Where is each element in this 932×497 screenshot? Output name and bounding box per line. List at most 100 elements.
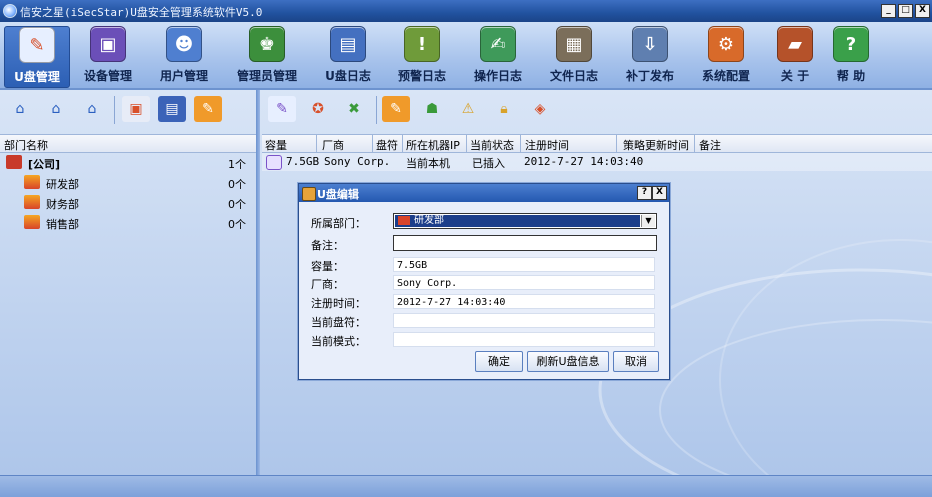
tree-item-sales[interactable]: 销售部 0个 [0,213,256,233]
tab-system-config[interactable]: ⚙ 系统配置 [694,26,758,86]
tree-header: 部门名称 [0,134,256,153]
dialog-help-button[interactable]: ? [637,186,652,200]
tab-label: 用户管理 [159,69,208,83]
dialog-title: U盘编辑 [317,188,359,201]
dept-value: 研发部 [414,215,444,226]
tab-help[interactable]: ? 帮 助 [826,26,876,86]
tab-label: 文件日志 [549,69,598,83]
tab-user-manage[interactable]: ☻ 用户管理 [152,26,216,86]
capacity-field: 7.5GB [393,257,655,272]
tab-usb-log[interactable]: ▤ U盘日志 [318,26,378,86]
usb-register-icon[interactable]: ✪ [304,96,332,122]
tree-item-label: 财务部 [46,198,79,211]
tab-alert-log[interactable]: ! 预警日志 [390,26,454,86]
main-toolbar: ✎ U盘管理 ▣ 设备管理 ☻ 用户管理 ♚ 管理员管理 ▤ U盘日志 ! 预警… [0,22,932,90]
tree-item-label: 销售部 [46,218,79,231]
delete-department-icon[interactable]: ⌂ [78,96,106,122]
tree-item-count: 0个 [228,198,246,211]
tab-label: 操作日志 [473,69,522,83]
usb-log-icon: ▤ [330,26,366,62]
chevron-down-icon[interactable]: ▼ [641,215,655,227]
tree-header-label: 部门名称 [4,139,48,152]
usb-info-icon[interactable]: ◈ [526,96,554,122]
tab-label: 关 于 [780,69,810,83]
tab-patch-publish[interactable]: ⇩ 补丁发布 [618,26,682,86]
tree-item-rnd[interactable]: 研发部 0个 [0,173,256,193]
operation-log-icon: ✍ [480,26,516,62]
tab-label: U盘日志 [325,69,371,83]
tab-device-manage[interactable]: ▣ 设备管理 [76,26,140,86]
tab-label: U盘管理 [14,70,60,84]
delete-usb-icon[interactable]: ✖ [340,96,368,122]
system-config-icon: ⚙ [708,26,744,62]
export-icon[interactable]: ▤ [158,96,186,122]
tab-label: 补丁发布 [625,69,674,83]
tree-item-label: 研发部 [46,178,79,191]
add-department-icon[interactable]: ⌂ [6,96,34,122]
mode-field [393,332,655,347]
drive-field [393,313,655,328]
toolbar-separator [114,96,115,124]
usb-drive-icon [266,155,282,170]
close-button[interactable]: X [915,4,930,18]
cell-vendor: Sony Corp. [324,155,391,168]
admin-manage-icon: ♚ [249,26,285,62]
dept-selected: 研发部 [395,215,640,227]
alert-log-icon: ! [404,26,440,62]
refresh-usb-info-button[interactable]: 刷新U盘信息 [527,351,609,372]
reg-time-label: 注册时间： [311,297,366,310]
warning-icon[interactable]: ⚠ [454,96,482,122]
dialog-usb-icon [302,187,316,201]
department-icon [24,215,40,229]
tab-usb-manage[interactable]: ✎ U盘管理 [4,26,70,88]
help-icon: ? [833,26,869,62]
usb-config-icon[interactable]: ✎ [382,96,410,122]
column-header[interactable]: 厂商 [322,137,344,153]
company-icon [6,155,22,169]
app-window: 信安之星(iSecStar)U盘安全管理系统软件V5.0 _ □ X ✎ U盘管… [0,0,932,497]
edit-department-icon[interactable]: ⌂ [42,96,70,122]
column-header[interactable]: 当前状态 [470,137,514,153]
tab-label: 预警日志 [397,69,446,83]
cancel-button[interactable]: 取消 [613,351,659,372]
edit-usb-icon[interactable]: ✎ [268,96,296,122]
reg-time-field: 2012-7-27 14:03:40 [393,294,655,309]
tree-item-count: 0个 [228,218,246,231]
dialog-close-button[interactable]: X [652,186,667,200]
dept-select[interactable]: 研发部 ▼ [393,213,657,229]
maximize-button[interactable]: □ [898,4,913,18]
tab-label: 管理员管理 [236,69,297,83]
minimize-button[interactable]: _ [881,4,896,18]
usb-edit-dialog: U盘编辑 ? X 所属部门： 研发部 ▼ 备注： 容量： 7.5GB 厂商： S… [298,183,670,380]
tab-admin-manage[interactable]: ♚ 管理员管理 [228,26,306,86]
usb-device-icon[interactable]: ☗ [418,96,446,122]
splitter[interactable] [256,90,260,475]
tree-item-label: [公司] [28,158,61,171]
title-bar: 信安之星(iSecStar)U盘安全管理系统软件V5.0 _ □ X [0,0,932,22]
note-input[interactable] [393,235,657,251]
tab-label: 帮 助 [836,69,866,83]
tab-about[interactable]: ▰ 关 于 [770,26,820,86]
patch-publish-icon: ⇩ [632,26,668,62]
import-icon[interactable]: ▣ [122,96,150,122]
vendor-field: Sony Corp. [393,275,655,290]
column-header[interactable]: 容量 [265,137,287,153]
tab-file-log[interactable]: ▦ 文件日志 [542,26,606,86]
tree-item-count: 1个 [228,158,246,171]
column-header[interactable]: 盘符 [376,137,398,153]
window-controls: _ □ X [881,4,930,18]
user-manage-icon: ☻ [166,26,202,62]
tab-operation-log[interactable]: ✍ 操作日志 [466,26,530,86]
settings-icon[interactable]: ✎ [194,96,222,122]
ok-button[interactable]: 确定 [475,351,523,372]
tree-item-company[interactable]: [公司] 1个 [0,153,256,173]
capacity-label: 容量： [311,260,344,273]
column-header[interactable]: 所在机器IP [406,137,460,153]
tree-item-finance[interactable]: 财务部 0个 [0,193,256,213]
dept-label: 所属部门： [311,217,366,230]
device-manage-icon: ▣ [90,26,126,62]
department-icon [24,175,40,189]
lock-icon[interactable]: 🔒︎ [490,96,518,122]
usb-manage-icon: ✎ [19,27,55,63]
cell-capacity: 7.5GB [286,155,320,168]
